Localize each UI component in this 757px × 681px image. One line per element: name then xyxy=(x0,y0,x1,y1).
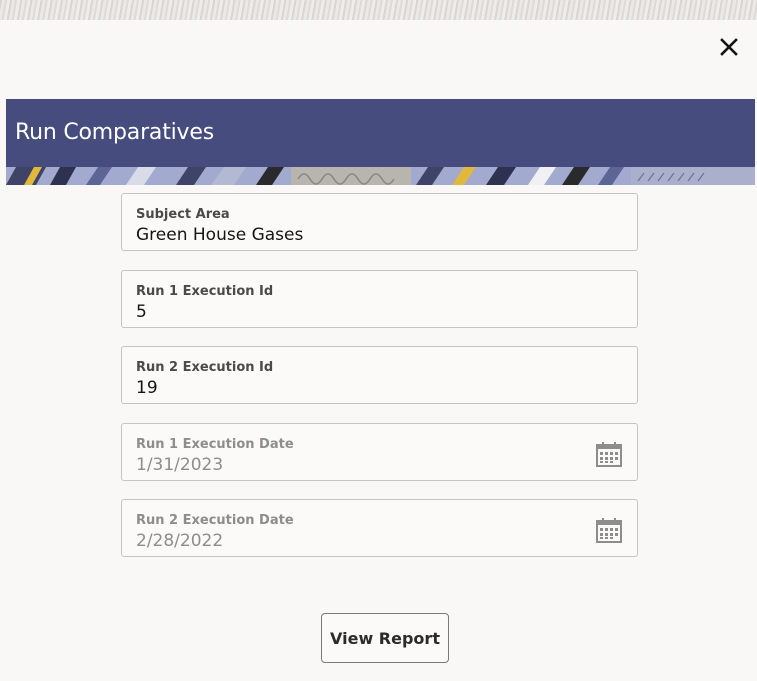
run2-execution-date-value: 2/28/2022 xyxy=(136,531,224,551)
close-button[interactable] xyxy=(714,32,744,62)
calendar-icon xyxy=(596,518,622,543)
dialog-header: Run Comparatives xyxy=(6,99,755,167)
subject-area-value: Green House Gases xyxy=(136,225,304,245)
run2-execution-id-field[interactable]: Run 2 Execution Id 19 xyxy=(121,346,638,404)
run1-execution-date-value: 1/31/2023 xyxy=(136,455,224,475)
subject-area-label: Subject Area xyxy=(136,207,230,222)
close-icon xyxy=(720,38,738,56)
run2-execution-id-value: 19 xyxy=(136,378,158,398)
run1-execution-id-field[interactable]: Run 1 Execution Id 5 xyxy=(121,270,638,328)
view-report-button[interactable]: View Report xyxy=(321,613,449,663)
run1-execution-date-field: Run 1 Execution Date 1/31/2023 xyxy=(121,423,638,481)
run2-execution-date-field: Run 2 Execution Date 2/28/2022 xyxy=(121,499,638,557)
calendar-icon xyxy=(596,442,622,467)
run1-execution-id-label: Run 1 Execution Id xyxy=(136,284,274,299)
dialog-title: Run Comparatives xyxy=(15,120,214,145)
header-decorative-band xyxy=(6,167,755,185)
run1-execution-date-label: Run 1 Execution Date xyxy=(136,437,294,452)
run2-execution-date-label: Run 2 Execution Date xyxy=(136,513,294,528)
run2-execution-id-label: Run 2 Execution Id xyxy=(136,360,274,375)
background-pattern xyxy=(0,0,757,20)
run1-execution-id-value: 5 xyxy=(136,302,147,322)
subject-area-field[interactable]: Subject Area Green House Gases xyxy=(121,193,638,251)
